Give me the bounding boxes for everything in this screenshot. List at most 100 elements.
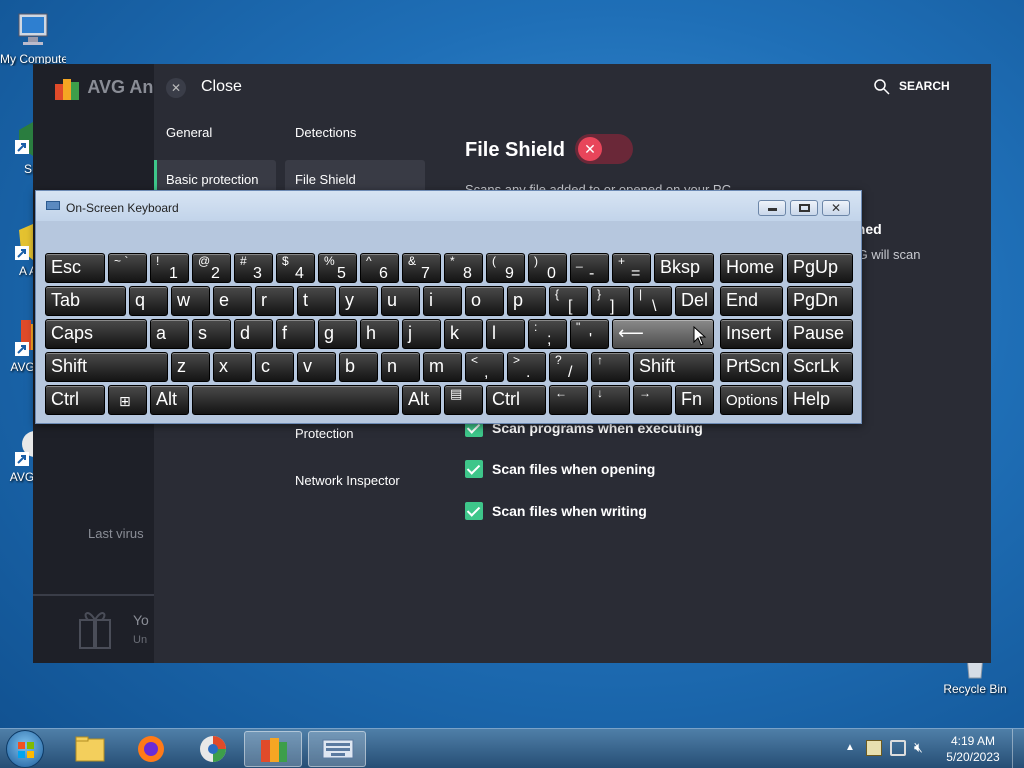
key-equals[interactable]: + = <box>612 253 651 283</box>
key-2[interactable]: @2 <box>192 253 231 283</box>
key-w[interactable]: w <box>171 286 210 316</box>
key-menu[interactable]: ▤ <box>444 385 483 415</box>
checkbox-scan-writing[interactable] <box>465 502 483 520</box>
taskbar-firefox[interactable] <box>122 731 180 767</box>
taskbar-explorer[interactable] <box>60 731 118 767</box>
key-q[interactable]: q <box>129 286 168 316</box>
key-scrlk[interactable]: ScrLk <box>787 352 853 382</box>
key-down-arrow[interactable]: ↓ <box>591 385 630 415</box>
key-e[interactable]: e <box>213 286 252 316</box>
close-icon[interactable]: ✕ <box>166 78 186 98</box>
taskbar-avg-antivirus[interactable] <box>244 731 302 767</box>
show-hidden-icons-button[interactable]: ▲ <box>845 742 855 753</box>
tab-general[interactable]: General <box>166 125 212 140</box>
key-comma[interactable]: <, <box>465 352 504 382</box>
key-b[interactable]: b <box>339 352 378 382</box>
minimize-button[interactable] <box>758 200 786 216</box>
search-button[interactable]: SEARCH <box>899 79 950 93</box>
sidebar-item-file-shield[interactable]: File Shield <box>295 172 356 187</box>
key-o[interactable]: o <box>465 286 504 316</box>
checkbox-scan-opening[interactable] <box>465 460 483 478</box>
key-1[interactable]: ! 1 <box>150 253 189 283</box>
sidebar-item-basic-protection[interactable]: Basic protection <box>166 172 259 187</box>
key-left-bracket[interactable]: {[ <box>549 286 588 316</box>
key-end[interactable]: End <box>720 286 783 316</box>
key-right-shift[interactable]: Shift <box>633 352 714 382</box>
key-backslash[interactable]: | \ <box>633 286 672 316</box>
key-esc[interactable]: Esc <box>45 253 105 283</box>
key-pause[interactable]: Pause <box>787 319 853 349</box>
key-pgdn[interactable]: PgDn <box>787 286 853 316</box>
key-4[interactable]: $4 <box>276 253 315 283</box>
key-s[interactable]: s <box>192 319 231 349</box>
taskbar-on-screen-keyboard[interactable] <box>308 731 366 767</box>
key-a[interactable]: a <box>150 319 189 349</box>
key-t[interactable]: t <box>297 286 336 316</box>
key-right-bracket[interactable]: }] <box>591 286 630 316</box>
key-h[interactable]: h <box>360 319 399 349</box>
close-button[interactable]: ✕ <box>822 200 850 216</box>
key-slash[interactable]: ? / <box>549 352 588 382</box>
key-y[interactable]: y <box>339 286 378 316</box>
key-caps[interactable]: Caps <box>45 319 147 349</box>
key-u[interactable]: u <box>381 286 420 316</box>
key-quote[interactable]: " ' <box>570 319 609 349</box>
start-button[interactable] <box>6 730 44 768</box>
action-center-icon[interactable] <box>866 740 882 756</box>
key-d[interactable]: d <box>234 319 273 349</box>
key-9[interactable]: (9 <box>486 253 525 283</box>
key-f[interactable]: f <box>276 319 315 349</box>
sidebar-item-network-inspector[interactable]: Network Inspector <box>295 473 400 488</box>
key-prtscn[interactable]: PrtScn <box>720 352 783 382</box>
key-backspace[interactable]: Bksp <box>654 253 714 283</box>
network-icon[interactable] <box>890 740 906 756</box>
key-8[interactable]: * 8 <box>444 253 483 283</box>
tab-detections[interactable]: Detections <box>295 125 356 140</box>
key-3[interactable]: #3 <box>234 253 273 283</box>
taskbar-avg-browser[interactable] <box>184 731 242 767</box>
key-k[interactable]: k <box>444 319 483 349</box>
key-left-ctrl[interactable]: Ctrl <box>45 385 105 415</box>
key-r[interactable]: r <box>255 286 294 316</box>
key-fn[interactable]: Fn <box>675 385 714 415</box>
key-p[interactable]: p <box>507 286 546 316</box>
key-minus[interactable]: _ - <box>570 253 609 283</box>
close-button[interactable]: Close <box>201 78 242 96</box>
key-tab[interactable]: Tab <box>45 286 126 316</box>
key-period[interactable]: >. <box>507 352 546 382</box>
key-m[interactable]: m <box>423 352 462 382</box>
key-c[interactable]: c <box>255 352 294 382</box>
key-5[interactable]: % 5 <box>318 253 357 283</box>
desktop-icon-my-computer[interactable]: My Computer <box>0 10 66 66</box>
maximize-button[interactable] <box>790 200 818 216</box>
key-l[interactable]: l <box>486 319 525 349</box>
key-left-alt[interactable]: Alt <box>150 385 189 415</box>
key-del[interactable]: Del <box>675 286 714 316</box>
key-7[interactable]: & 7 <box>402 253 441 283</box>
key-g[interactable]: g <box>318 319 357 349</box>
key-v[interactable]: v <box>297 352 336 382</box>
key-semicolon[interactable]: :; <box>528 319 567 349</box>
key-z[interactable]: z <box>171 352 210 382</box>
key-n[interactable]: n <box>381 352 420 382</box>
key-i[interactable]: i <box>423 286 462 316</box>
key-j[interactable]: j <box>402 319 441 349</box>
key-up-arrow[interactable]: ↑ <box>591 352 630 382</box>
key-6[interactable]: ^ 6 <box>360 253 399 283</box>
volume-muted-icon[interactable]: 🔇︎ <box>914 739 923 756</box>
key-left-shift[interactable]: Shift <box>45 352 168 382</box>
sidebar-item-protection[interactable]: Protection <box>295 426 354 441</box>
key-x[interactable]: x <box>213 352 252 382</box>
key-left-arrow[interactable]: ← <box>549 385 588 415</box>
key-backtick[interactable]: ~ ` <box>108 253 147 283</box>
key-right-ctrl[interactable]: Ctrl <box>486 385 546 415</box>
search-icon[interactable] <box>874 79 890 100</box>
file-shield-toggle[interactable]: ✕ <box>575 134 633 164</box>
key-insert[interactable]: Insert <box>720 319 783 349</box>
key-space[interactable] <box>192 385 399 415</box>
key-help[interactable]: Help <box>787 385 853 415</box>
key-pgup[interactable]: PgUp <box>787 253 853 283</box>
show-desktop-button[interactable] <box>1012 729 1024 768</box>
key-right-arrow[interactable]: → <box>633 385 672 415</box>
key-right-alt[interactable]: Alt <box>402 385 441 415</box>
